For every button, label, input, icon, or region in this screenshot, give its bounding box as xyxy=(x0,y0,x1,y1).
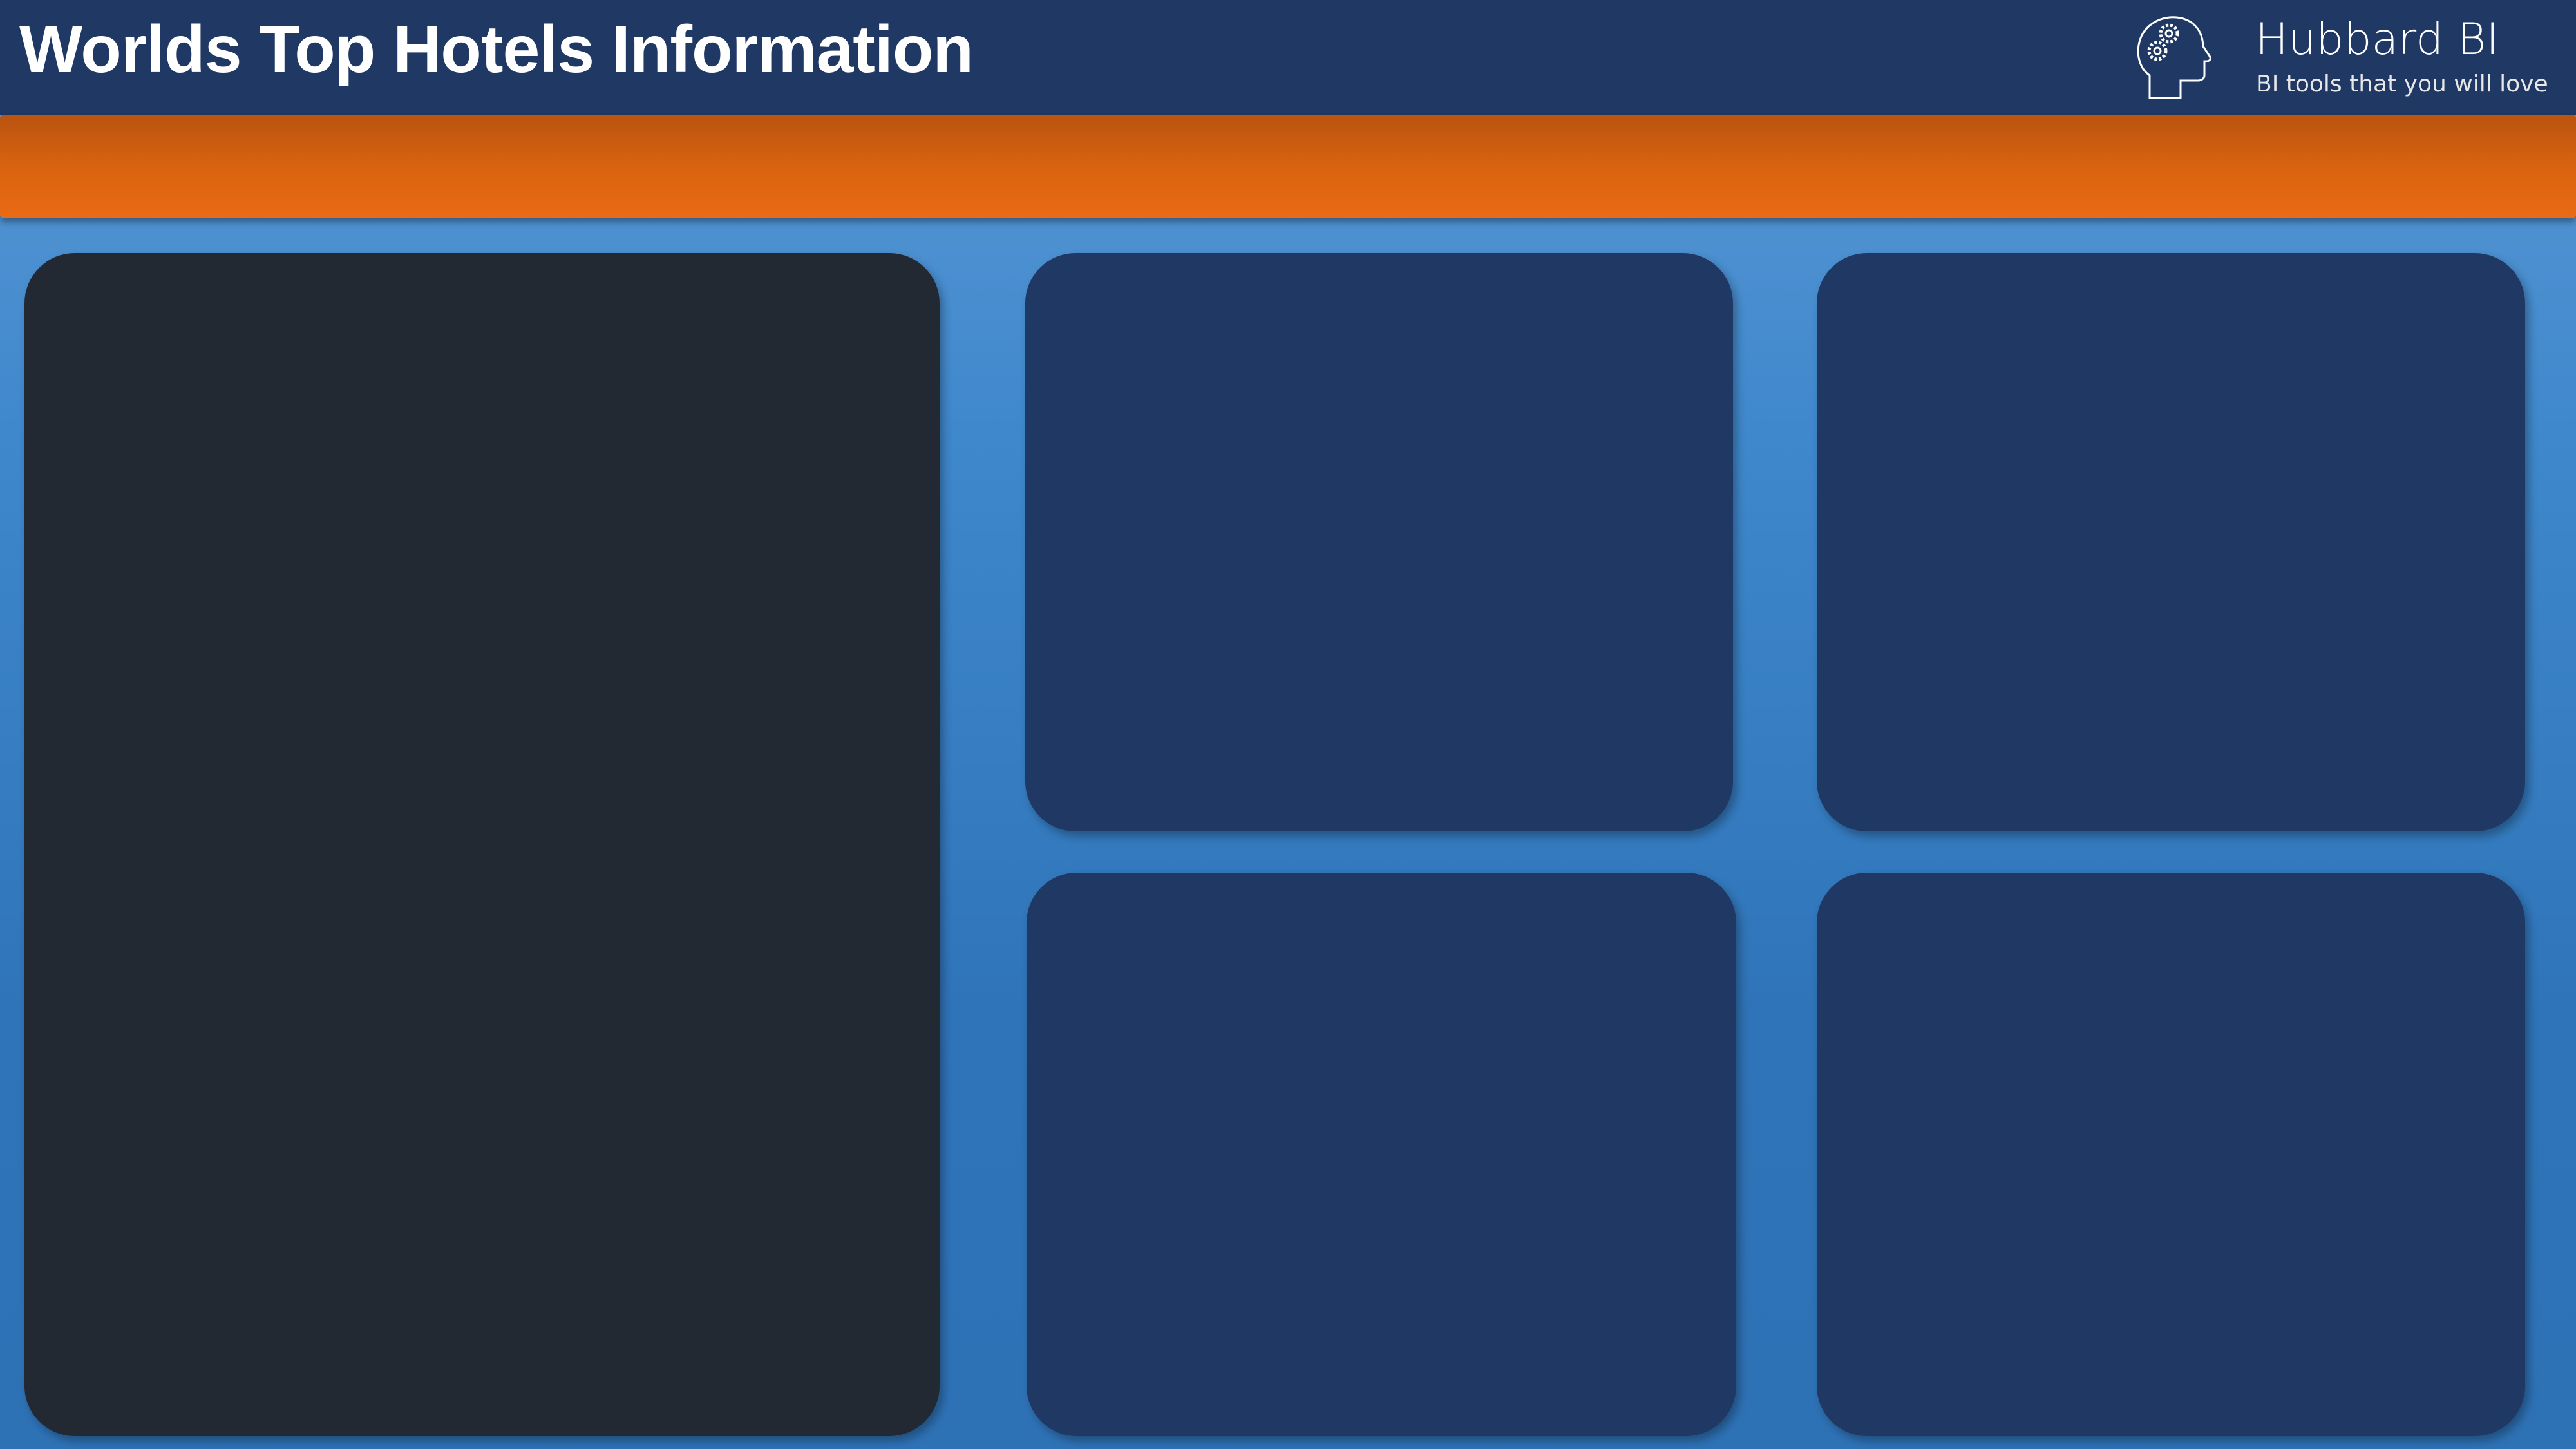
page-title: Worlds Top Hotels Information xyxy=(19,12,974,87)
header-bar: Worlds Top Hotels Information Hubbard BI… xyxy=(0,0,2576,115)
brand-tagline: BI tools that you will love xyxy=(2256,71,2548,97)
panel-top-right xyxy=(1817,253,2525,831)
panel-bottom-middle xyxy=(1027,873,1736,1436)
head-with-gears-icon xyxy=(2137,16,2211,99)
panel-bottom-right xyxy=(1817,873,2525,1436)
accent-bar xyxy=(0,115,2576,218)
panel-top-middle xyxy=(1025,253,1733,831)
brand-name: Hubbard BI xyxy=(2255,14,2499,65)
panel-left xyxy=(24,253,940,1436)
